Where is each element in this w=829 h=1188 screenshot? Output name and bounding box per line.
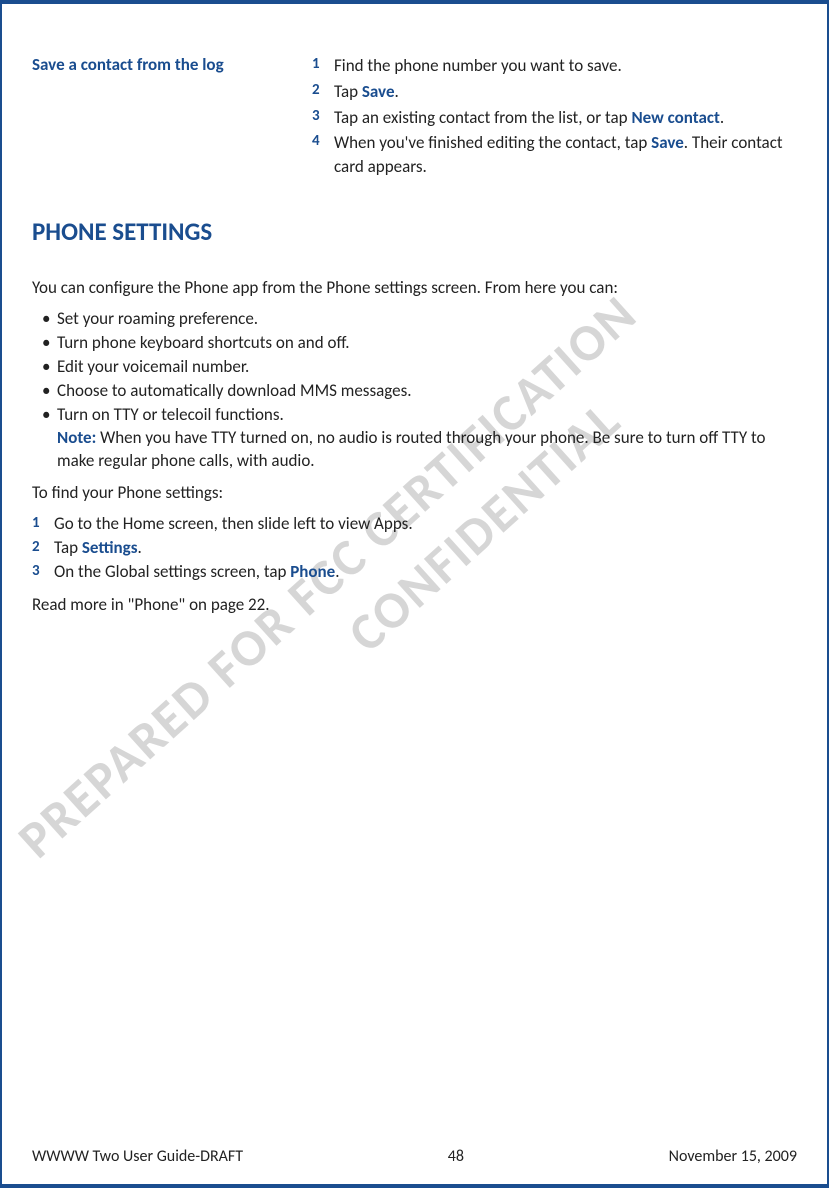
bullet-item: Set your roaming preference. <box>32 308 797 331</box>
step-number: 2 <box>32 537 42 560</box>
find-settings-steps: 1 Go to the Home screen, then slide left … <box>32 513 797 584</box>
step-text: Tap Settings. <box>54 537 142 560</box>
step-text: When you've finished editing the contact… <box>334 131 797 179</box>
emphasized-term: Save <box>362 81 395 102</box>
emphasized-term: Phone <box>290 561 335 582</box>
step-text: On the Global settings screen, tap Phone… <box>54 561 340 584</box>
step-text: Tap an existing contact from the list, o… <box>334 106 724 130</box>
bullet-item: Edit your voicemail number. <box>32 356 797 379</box>
bullet-item: Choose to automatically download MMS mes… <box>32 380 797 403</box>
footer-left: WWWW Two User Guide-DRAFT <box>32 1147 243 1166</box>
step-item: 3 On the Global settings screen, tap Phon… <box>32 561 797 584</box>
step-item: 1 Go to the Home screen, then slide left … <box>32 513 797 536</box>
page-footer: WWWW Two User Guide-DRAFT 48 November 15… <box>32 1147 797 1166</box>
step-number: 2 <box>312 80 322 104</box>
find-settings-text: To find your Phone settings: <box>32 482 797 505</box>
step-text: Tap Save. <box>334 80 399 104</box>
footer-date: November 15, 2009 <box>669 1147 797 1166</box>
step-item: 1 Find the phone number you want to save. <box>312 54 797 78</box>
step-number: 1 <box>312 54 322 78</box>
page-content: Save a contact from the log 1 Find the ph… <box>2 4 827 645</box>
step-item: 4When you've finished editing the contac… <box>312 131 797 179</box>
step-number: 3 <box>312 106 322 130</box>
emphasized-term: New contact <box>631 107 719 128</box>
footer-page-number: 48 <box>448 1147 464 1166</box>
read-more-text: Read more in "Phone" on page 22. <box>32 594 797 617</box>
step-number: 3 <box>32 561 42 584</box>
save-contact-section: Save a contact from the log 1 Find the ph… <box>32 54 797 181</box>
settings-capabilities-list: Set your roaming preference.Turn phone k… <box>32 308 797 473</box>
step-item: 3 Tap an existing contact from the list, … <box>312 106 797 130</box>
step-text: Find the phone number you want to save. <box>334 54 622 78</box>
emphasized-term: Settings <box>82 537 138 558</box>
intro-text: You can configure the Phone app from the… <box>32 277 797 300</box>
section-heading-phone-settings: PHONE SETTINGS <box>32 216 797 247</box>
side-heading: Save a contact from the log <box>32 54 292 181</box>
bullet-item: Turn on TTY or telecoil functions.Note: … <box>32 404 797 473</box>
save-contact-steps: 1 Find the phone number you want to save.… <box>312 54 797 181</box>
step-text: Go to the Home screen, then slide left t… <box>54 513 413 536</box>
step-item: 2 Tap Save. <box>312 80 797 104</box>
step-number: 1 <box>32 513 42 536</box>
note-label: Note: <box>57 427 96 448</box>
emphasized-term: Save <box>651 132 684 153</box>
step-item: 2 Tap Settings. <box>32 537 797 560</box>
bullet-item: Turn phone keyboard shortcuts on and off… <box>32 332 797 355</box>
step-number: 4 <box>312 131 322 179</box>
